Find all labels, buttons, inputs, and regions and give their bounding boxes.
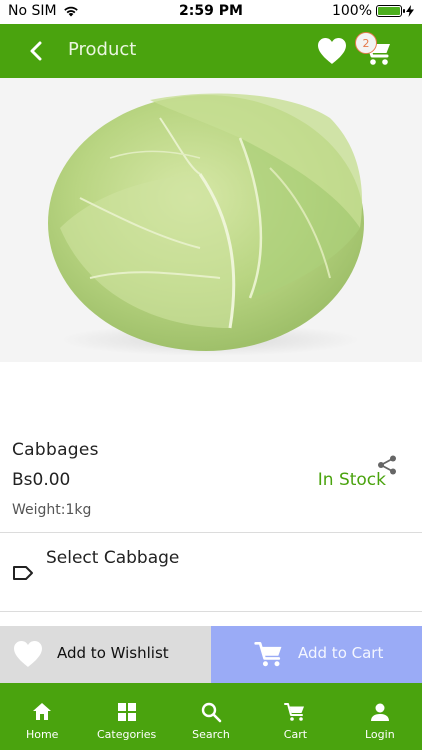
tab-bar: Home Categories Search Cart Login bbox=[0, 683, 422, 750]
cart-icon bbox=[254, 642, 282, 667]
heart-icon bbox=[14, 641, 42, 667]
add-to-cart-label: Add to Cart bbox=[298, 644, 384, 662]
product-weight: Weight:1kg bbox=[12, 502, 92, 518]
search-icon bbox=[201, 702, 222, 723]
back-arrow-icon bbox=[30, 41, 42, 61]
charging-icon bbox=[406, 5, 414, 17]
cart-count-badge: 2 bbox=[355, 32, 377, 54]
page-title: Product bbox=[68, 39, 137, 60]
product-name: Cabbages bbox=[12, 440, 99, 460]
tab-cart[interactable]: Cart bbox=[253, 683, 337, 750]
nav-bar: Product 2 bbox=[0, 24, 422, 78]
tab-label: Login bbox=[364, 728, 395, 741]
home-icon bbox=[33, 703, 52, 720]
tab-search[interactable]: Search bbox=[169, 683, 253, 750]
status-right: 100% bbox=[332, 3, 414, 19]
add-to-cart-button[interactable]: Add to Cart bbox=[211, 626, 422, 683]
person-icon bbox=[370, 703, 389, 721]
tab-login[interactable]: Login bbox=[338, 683, 422, 750]
tag-icon bbox=[13, 566, 33, 580]
battery-icon bbox=[376, 5, 405, 17]
divider bbox=[0, 611, 422, 612]
back-button[interactable] bbox=[22, 37, 50, 65]
wishlist-heart-icon[interactable] bbox=[316, 36, 348, 66]
tab-label: Home bbox=[25, 728, 59, 741]
product-image bbox=[0, 78, 422, 362]
tab-label: Cart bbox=[283, 728, 308, 741]
add-to-wishlist-button[interactable]: Add to Wishlist bbox=[0, 626, 211, 683]
add-to-wishlist-label: Add to Wishlist bbox=[57, 644, 169, 662]
divider bbox=[0, 532, 422, 533]
cabbage-image bbox=[0, 78, 422, 362]
battery-percent: 100% bbox=[331, 3, 372, 19]
action-bar: Add to Wishlist Add to Cart bbox=[0, 626, 422, 683]
cart-icon bbox=[284, 703, 305, 721]
variant-label: Select Cabbage bbox=[46, 548, 180, 568]
grid-icon bbox=[117, 703, 136, 721]
variant-selector[interactable]: Select Cabbage bbox=[0, 534, 422, 612]
tab-home[interactable]: Home bbox=[0, 683, 84, 750]
tab-label: Categories bbox=[96, 728, 157, 741]
stock-status: In Stock bbox=[317, 470, 386, 490]
tab-categories[interactable]: Categories bbox=[84, 683, 168, 750]
status-bar: No SIM 2:59 PM 100% bbox=[0, 0, 422, 24]
product-price: Bs0.00 bbox=[12, 470, 71, 490]
tab-label: Search bbox=[192, 728, 230, 741]
